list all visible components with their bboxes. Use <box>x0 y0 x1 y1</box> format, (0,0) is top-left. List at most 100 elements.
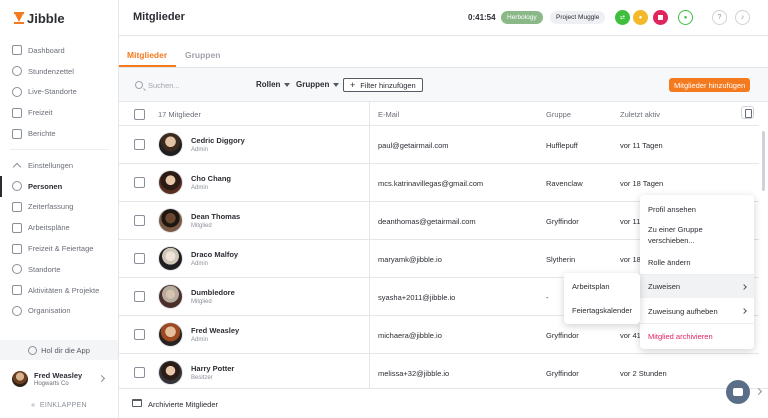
project-chip[interactable]: Project Muggle <box>550 11 606 24</box>
clock-out-button[interactable] <box>653 10 668 25</box>
sidebar-item-time-tracking[interactable]: Zeiterfassung <box>0 197 119 218</box>
jibble-logo[interactable]: Jibble <box>14 10 65 26</box>
sidebar-item-label: Berichte <box>28 129 56 139</box>
submenu-item-schedule[interactable]: Arbeitsplan <box>572 282 610 291</box>
scrollbar[interactable] <box>762 131 765 191</box>
sidebar-item-settings[interactable]: Einstellungen <box>0 155 119 176</box>
member-email: syasha+2011@jibble.io <box>378 293 456 302</box>
add-filter-button[interactable]: + Filter hinzufügen <box>343 78 423 92</box>
menu-item-label: Zuweisung aufheben <box>648 306 718 316</box>
stop-icon <box>658 15 663 20</box>
member-role: Mitglied <box>191 223 212 229</box>
sidebar-item-organisation[interactable]: Organisation <box>0 301 119 322</box>
sidebar-item-locations[interactable]: Standorte <box>0 259 119 280</box>
chevron-right-icon <box>741 308 747 314</box>
member-email: michaera@jibble.io <box>378 331 442 340</box>
avatar <box>158 284 183 309</box>
member-name[interactable]: Cedric Diggory <box>191 136 245 145</box>
member-last-active: vor 18 <box>620 255 641 264</box>
member-role: Mitglied <box>191 299 212 305</box>
sidebar-item-timesheets[interactable]: Stundenzettel <box>0 61 119 82</box>
chevron-right-icon <box>97 374 106 383</box>
caret-down-icon <box>333 82 340 87</box>
sidebar-item-time-off[interactable]: Freizeit <box>0 102 119 123</box>
menu-item-change-role[interactable]: Rolle ändern <box>640 254 754 270</box>
row-checkbox[interactable] <box>134 177 145 188</box>
holiday-icon <box>12 243 22 254</box>
sidebar-item-label: Standorte <box>28 264 61 274</box>
help-button[interactable]: ? <box>712 10 727 25</box>
sidebar-scroll-fade <box>0 330 118 340</box>
notifications-button[interactable]: ♪ <box>735 10 750 25</box>
people-icon <box>12 181 22 192</box>
sidebar-item-activities[interactable]: Aktivitäten & Projekte <box>0 280 119 301</box>
activity-chip[interactable]: Herbology <box>501 11 543 24</box>
search-input[interactable] <box>148 79 238 91</box>
tab-members[interactable]: Mitglieder <box>127 50 167 60</box>
user-org: Hogwarts Co <box>34 381 69 387</box>
sidebar-item-people[interactable]: Personen <box>0 175 119 197</box>
sidebar-item-label: Aktivitäten & Projekte <box>28 285 100 295</box>
member-name[interactable]: Harry Potter <box>191 364 234 373</box>
chevron-up-icon <box>12 162 22 172</box>
clock-in-icon: ⇄ <box>619 15 626 21</box>
toolbar: Rollen Gruppen + Filter hinzufügen Mitgl… <box>119 68 768 102</box>
chat-support-button[interactable] <box>726 380 750 404</box>
column-header-group[interactable]: Gruppe <box>546 110 571 119</box>
collapse-sidebar-button[interactable]: « EINKLAPPEN <box>0 396 118 414</box>
export-icon[interactable] <box>741 106 754 119</box>
add-members-button[interactable]: Mitglieder hinzufügen <box>669 78 751 92</box>
groups-dropdown[interactable]: Gruppen <box>296 80 340 89</box>
menu-item-view-profile[interactable]: Profil ansehen <box>640 201 754 217</box>
member-name[interactable]: Dean Thomas <box>191 212 240 221</box>
dashboard-icon <box>12 45 22 56</box>
member-group: Ravenclaw <box>546 179 583 188</box>
table-row[interactable]: Harry Potter Besitzer melissa+32@jibble.… <box>119 354 759 388</box>
member-name[interactable]: Dumbledore <box>191 288 235 297</box>
sidebar-item-holidays[interactable]: Freizeit & Feiertage <box>0 238 119 259</box>
row-checkbox[interactable] <box>134 367 145 378</box>
member-role: Admin <box>191 147 209 153</box>
member-email: paul@getairmail.com <box>378 141 449 150</box>
sidebar-item-label: Einstellungen <box>28 160 74 170</box>
sidebar-item-reports[interactable]: Berichte <box>0 123 119 144</box>
row-checkbox[interactable] <box>134 253 145 264</box>
row-checkbox[interactable] <box>134 329 145 340</box>
sidebar-item-label: Dashboard <box>28 45 65 55</box>
table-row[interactable]: Cedric Diggory Admin paul@getairmail.com… <box>119 126 759 164</box>
report-icon <box>12 128 22 139</box>
member-name[interactable]: Cho Chang <box>191 174 231 183</box>
select-all-checkbox[interactable] <box>134 109 145 120</box>
row-checkbox[interactable] <box>134 215 145 226</box>
menu-item-unassign[interactable]: Zuweisung aufheben <box>640 301 754 321</box>
get-app-label: Hol dir die App <box>41 345 90 355</box>
menu-item-assign[interactable]: Zuweisen <box>640 275 754 298</box>
member-last-active: vor 41 <box>620 331 641 340</box>
submenu-item-holiday-calendar[interactable]: Feiertagskalender <box>572 306 632 315</box>
member-group: Gryffindor <box>546 217 579 226</box>
row-checkbox[interactable] <box>134 291 145 302</box>
user-profile[interactable]: Fred Weasley Hogwarts Co <box>0 364 118 394</box>
roles-dropdown[interactable]: Rollen <box>256 80 291 89</box>
get-app-link[interactable]: Hol dir die App <box>0 340 118 360</box>
menu-item-move-to-group-cont[interactable]: verschieben... <box>640 234 754 246</box>
user-status-button[interactable]: ● <box>678 10 693 25</box>
sidebar-item-schedules[interactable]: Arbeitspläne <box>0 217 119 238</box>
member-name[interactable]: Fred Weasley <box>191 326 239 335</box>
timer: 0:41:54 <box>468 13 496 22</box>
sidebar-item-dashboard[interactable]: Dashboard <box>0 40 119 61</box>
download-icon <box>28 345 38 355</box>
avatar <box>158 360 183 385</box>
row-checkbox[interactable] <box>134 139 145 150</box>
column-header-email[interactable]: E-Mail <box>378 110 399 119</box>
menu-item-archive-member[interactable]: Mitglied archivieren <box>640 327 754 345</box>
sidebar-item-live-locations[interactable]: Live-Standorte <box>0 82 119 103</box>
break-button[interactable]: ● <box>633 10 648 25</box>
column-header-last-active[interactable]: Zuletzt aktiv <box>620 110 660 119</box>
clock-in-button[interactable]: ⇄ <box>615 10 630 25</box>
archived-members-link[interactable]: Archivierte Mitglieder <box>148 400 218 409</box>
user-icon: ● <box>683 14 688 21</box>
member-name[interactable]: Draco Malfoy <box>191 250 238 259</box>
collapse-label: EINKLAPPEN <box>39 401 87 409</box>
tab-groups[interactable]: Gruppen <box>185 50 220 60</box>
